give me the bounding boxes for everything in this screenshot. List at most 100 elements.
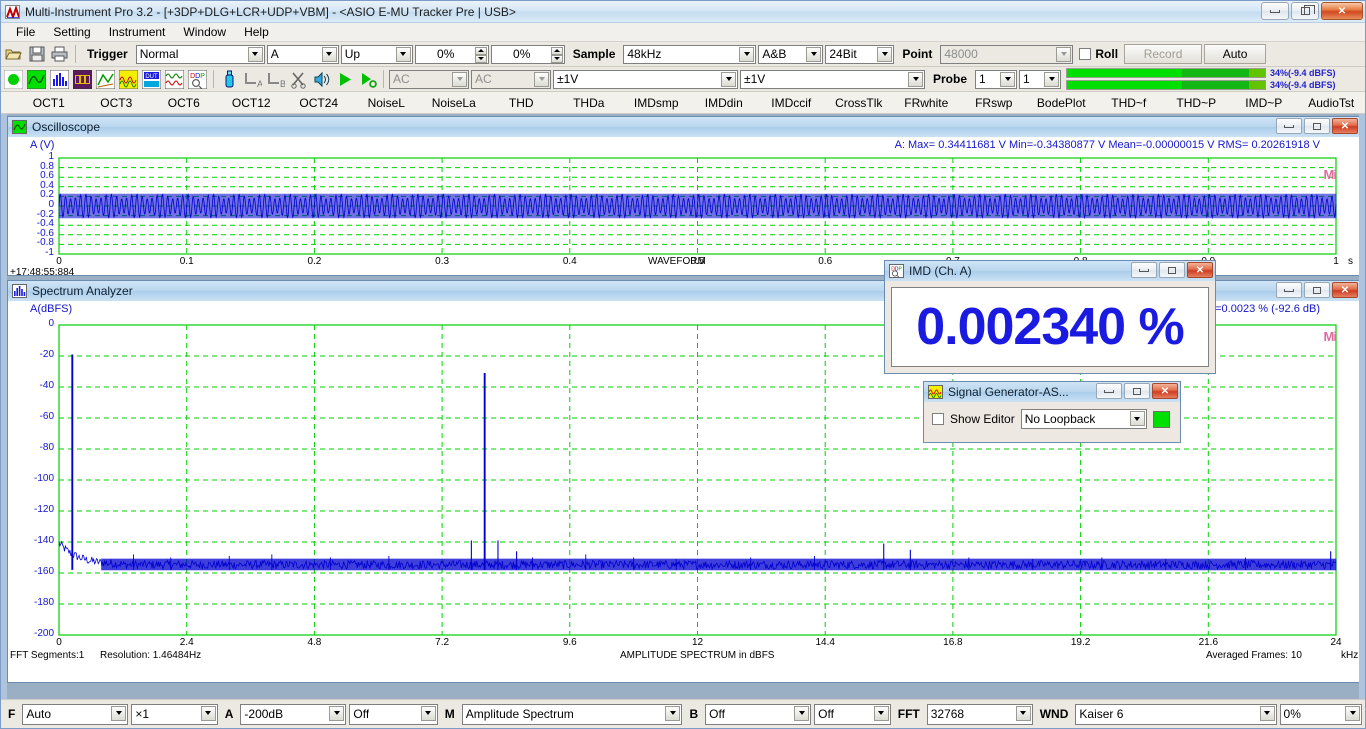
maximize-button[interactable] (1124, 383, 1150, 399)
play-icon[interactable] (334, 69, 355, 90)
chevron-down-icon[interactable] (877, 46, 893, 62)
chevron-down-icon[interactable] (739, 46, 755, 62)
minimize-button[interactable] (1096, 383, 1122, 399)
auto-button[interactable]: Auto (1204, 44, 1267, 64)
record-dot-icon[interactable] (3, 69, 24, 90)
menu-window[interactable]: Window (174, 24, 235, 40)
roll-checkbox[interactable] (1079, 48, 1092, 60)
loopback-combo[interactable]: No Loopback (1020, 409, 1147, 429)
imd-title-bar[interactable]: DDP IMD (Ch. A) ✕ (885, 261, 1215, 281)
spinner-up-icon[interactable] (550, 46, 563, 55)
tab-frswp[interactable]: FRswp (960, 94, 1028, 112)
chevron-down-icon[interactable] (111, 705, 127, 721)
close-button[interactable]: ✕ (1321, 2, 1363, 20)
maximize-button[interactable] (1304, 282, 1330, 298)
show-editor-checkbox[interactable] (932, 413, 944, 425)
freq-multiplier-combo[interactable]: ×1 (131, 703, 218, 725)
chevron-down-icon[interactable] (247, 46, 263, 62)
record-button[interactable]: Record (1124, 44, 1203, 64)
save-icon[interactable] (26, 44, 47, 65)
sweep-icon[interactable] (164, 69, 185, 90)
trigger-mode-combo[interactable]: Normal (135, 44, 265, 64)
trigger-delay-spinner[interactable]: 0% (490, 44, 565, 64)
chevron-down-icon[interactable] (534, 71, 549, 87)
chevron-down-icon[interactable] (420, 705, 436, 721)
dut-icon[interactable]: DUT (141, 69, 162, 90)
chevron-down-icon[interactable] (806, 46, 822, 62)
tab-noisel[interactable]: NoiseL (353, 94, 421, 112)
b-option1-combo[interactable]: Off (705, 703, 812, 725)
probe-a-combo[interactable]: 1 (975, 69, 1018, 89)
trigger-level-spinner[interactable]: 0% (414, 44, 489, 64)
spinner-buttons[interactable] (550, 46, 563, 63)
minimize-button[interactable] (1276, 118, 1302, 134)
3d-plot-icon[interactable] (95, 69, 116, 90)
tab-thd-f[interactable]: THD~f (1095, 94, 1163, 112)
maximize-button[interactable] (1304, 118, 1330, 134)
open-icon[interactable] (3, 44, 24, 65)
close-button[interactable]: ✕ (1332, 118, 1358, 134)
speaker-icon[interactable] (311, 69, 332, 90)
coupling-a-combo[interactable]: AC (389, 69, 469, 89)
chevron-down-icon[interactable] (1129, 411, 1145, 426)
record-length-combo[interactable]: 48000 (940, 44, 1074, 64)
trigger-source-combo[interactable]: A (266, 44, 339, 64)
signal-generator-title-bar[interactable]: Signal Generator-AS... ✕ (924, 382, 1180, 402)
tab-imdsmp[interactable]: IMDsmp (623, 94, 691, 112)
tab-crosstlk[interactable]: CrossTlk (825, 94, 893, 112)
tab-oct12[interactable]: OCT12 (218, 94, 286, 112)
chevron-down-icon[interactable] (873, 705, 889, 721)
trigger-slope-combo[interactable]: Up (340, 44, 413, 64)
spectrum-mode-combo[interactable]: Amplitude Spectrum (461, 703, 683, 725)
spinner-buttons[interactable] (474, 46, 487, 63)
maximize-button[interactable] (1159, 262, 1185, 278)
ddp-icon[interactable]: DDP (187, 69, 208, 90)
bit-depth-combo[interactable]: 24Bit (825, 44, 895, 64)
range-a-combo[interactable]: ±1V (553, 69, 738, 89)
chevron-down-icon[interactable] (721, 71, 736, 87)
menu-instrument[interactable]: Instrument (100, 24, 175, 40)
coupling-b-combo[interactable]: AC (471, 69, 551, 89)
channel-select-combo[interactable]: A&B (758, 44, 824, 64)
sine-wave-icon[interactable] (26, 69, 47, 90)
probe-b-combo[interactable]: 1 (1019, 69, 1062, 89)
freq-mode-combo[interactable]: Auto (22, 703, 129, 725)
chevron-down-icon[interactable] (665, 705, 681, 721)
marker-b-icon[interactable]: B (265, 69, 286, 90)
range-b-combo[interactable]: ±1V (740, 69, 925, 89)
play-stop-icon[interactable] (357, 69, 378, 90)
roll-checkbox-group[interactable]: Roll (1075, 47, 1122, 61)
minimize-button[interactable] (1276, 282, 1302, 298)
cut-icon[interactable] (288, 69, 309, 90)
chevron-down-icon[interactable] (1015, 705, 1031, 721)
tab-audiotst[interactable]: AudioTst (1298, 94, 1366, 112)
tab-thd[interactable]: THD (488, 94, 556, 112)
tab-noisela[interactable]: NoiseLa (420, 94, 488, 112)
chevron-down-icon[interactable] (395, 46, 411, 62)
sample-rate-combo[interactable]: 48kHz (623, 44, 757, 64)
b-option2-combo[interactable]: Off (814, 703, 891, 725)
chevron-down-icon[interactable] (1345, 705, 1360, 721)
menu-file[interactable]: File (7, 24, 44, 40)
chevron-down-icon[interactable] (1044, 71, 1060, 87)
close-button[interactable]: ✕ (1332, 282, 1358, 298)
minimize-button[interactable] (1261, 2, 1289, 20)
tab-imddin[interactable]: IMDdin (690, 94, 758, 112)
tab-oct3[interactable]: OCT3 (83, 94, 151, 112)
tab-thda[interactable]: THDa (555, 94, 623, 112)
spinner-up-icon[interactable] (474, 46, 487, 55)
menu-help[interactable]: Help (235, 24, 278, 40)
tab-bodeplot[interactable]: BodePlot (1028, 94, 1096, 112)
close-button[interactable]: ✕ (1152, 383, 1178, 399)
chevron-down-icon[interactable] (1259, 705, 1275, 721)
amplitude-option-combo[interactable]: Off (349, 703, 438, 725)
tab-imdccif[interactable]: IMDccif (758, 94, 826, 112)
chevron-down-icon[interactable] (1056, 46, 1072, 62)
chevron-down-icon[interactable] (1000, 71, 1016, 87)
tab-oct1[interactable]: OCT1 (15, 94, 83, 112)
oscilloscope-title-bar[interactable]: Oscilloscope ✕ (8, 117, 1360, 137)
oscilloscope-graph[interactable]: 1 0.8 0.6 0.4 0.2 0 -0.2 -0.4 -0.6 -0.8 … (8, 151, 1360, 275)
menu-setting[interactable]: Setting (44, 24, 99, 40)
restore-button[interactable] (1291, 2, 1319, 20)
tab-imd-p[interactable]: IMD~P (1230, 94, 1298, 112)
